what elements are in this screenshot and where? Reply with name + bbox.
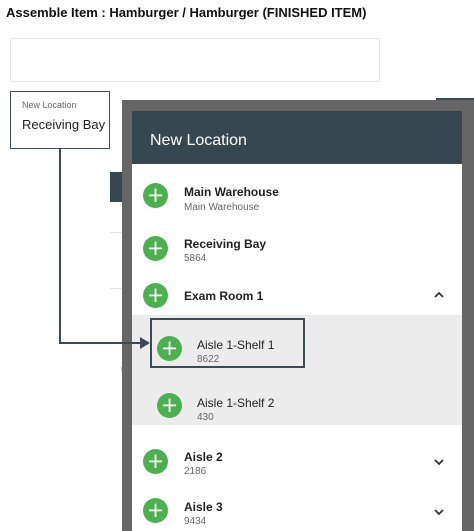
annotation-connector-arrow: [59, 149, 150, 349]
